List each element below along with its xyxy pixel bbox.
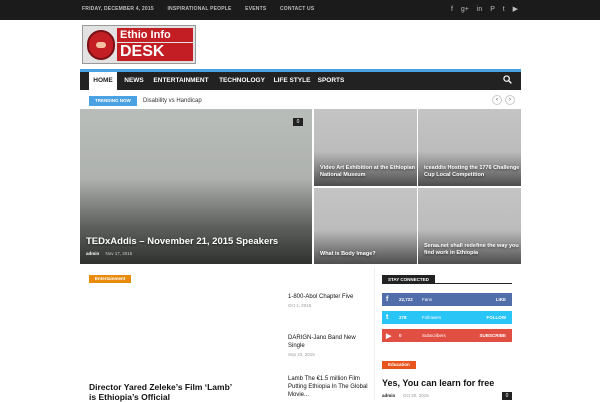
top-links: FRIDAY, DECEMBER 4, 2015 INSPIRATIONAL P… bbox=[82, 6, 326, 12]
featured-tile-title[interactable]: Seraa.net shall redefine the way you fin… bbox=[424, 243, 521, 257]
featured-tile-title[interactable]: What is Body Image? bbox=[320, 251, 376, 258]
logo-emblem-icon bbox=[87, 30, 115, 60]
nav-item-sports[interactable]: SPORTS bbox=[316, 72, 346, 90]
featured-tile-title[interactable]: iceaddis Hosting the 1776 Challenge Cup … bbox=[424, 165, 521, 179]
nav-item-technology[interactable]: TECHNOLOGY bbox=[215, 72, 269, 90]
nav-item-home[interactable]: HOME bbox=[89, 72, 117, 90]
twitter-label: Followers bbox=[422, 315, 442, 320]
youtube-subscribe-button[interactable]: SUBSCRIBE bbox=[479, 333, 506, 338]
education-post-title[interactable]: Yes, You can learn for free bbox=[382, 378, 494, 389]
featured-tile-title[interactable]: Video Art Exhibition at the Ethiopian Na… bbox=[320, 165, 417, 179]
main-navigation: HOME NEWS ENTERTAINMENT TECHNOLOGY LIFE … bbox=[80, 69, 521, 90]
google-plus-icon[interactable]: g+ bbox=[461, 6, 469, 13]
nav-item-news[interactable]: NEWS bbox=[120, 72, 148, 90]
trending-bar: TRENDING NOW Disability vs Handicap ‹ › bbox=[80, 94, 521, 108]
list-item-date: Sep 23, 2015 bbox=[288, 352, 315, 357]
category-badge-entertainment[interactable]: Entertainment bbox=[89, 275, 132, 283]
youtube-icon[interactable]: ▶ bbox=[513, 6, 518, 13]
social-youtube-row[interactable]: ▶ 0 Subscribers SUBSCRIBE bbox=[382, 329, 512, 342]
comment-count-badge: 0 bbox=[293, 118, 303, 126]
twitter-icon[interactable]: t bbox=[503, 6, 505, 13]
youtube-label: Subscribers bbox=[422, 333, 446, 338]
list-item-title[interactable]: DARIGN-Jano Band New Single bbox=[288, 334, 368, 350]
logo-text-line1: Ethio Info bbox=[117, 28, 193, 42]
facebook-icon[interactable]: f bbox=[451, 6, 453, 13]
facebook-label: Fans bbox=[422, 297, 433, 302]
search-icon[interactable] bbox=[503, 75, 513, 85]
featured-tile[interactable]: What is Body Image? bbox=[314, 188, 417, 264]
trending-next-icon[interactable]: › bbox=[505, 95, 515, 105]
top-link-inspirational-people[interactable]: INSPIRATIONAL PEOPLE bbox=[167, 6, 231, 12]
nav-item-entertainment[interactable]: ENTERTAINMENT bbox=[150, 72, 212, 90]
trending-prev-icon[interactable]: ‹ bbox=[492, 95, 502, 105]
featured-main-post[interactable]: 0 TEDxAddis – November 21, 2015 Speakers… bbox=[80, 109, 312, 264]
featured-main-title[interactable]: TEDxAddis – November 21, 2015 Speakers bbox=[86, 236, 278, 247]
twitter-follow-button[interactable]: FOLLOW bbox=[487, 315, 507, 320]
pinterest-icon[interactable]: P bbox=[490, 6, 495, 13]
heading-underline bbox=[382, 283, 512, 284]
twitter-icon: t bbox=[386, 314, 389, 321]
facebook-count: 22,722 bbox=[399, 297, 413, 302]
linkedin-icon[interactable]: in bbox=[477, 6, 482, 13]
social-facebook-row[interactable]: f 22,722 Fans LIKE bbox=[382, 293, 512, 306]
education-post-date: Oct 20, 2015 bbox=[403, 393, 429, 398]
social-twitter-row[interactable]: t 278 Followers FOLLOW bbox=[382, 311, 512, 324]
youtube-count: 0 bbox=[399, 333, 402, 338]
top-bar: FRIDAY, DECEMBER 4, 2015 INSPIRATIONAL P… bbox=[0, 0, 600, 20]
list-item-title[interactable]: 1-800-Abol Chapter Five bbox=[288, 293, 368, 301]
facebook-like-button[interactable]: LIKE bbox=[496, 297, 506, 302]
top-social-icons: f g+ in P t ▶ bbox=[445, 5, 518, 13]
featured-main-author[interactable]: admin bbox=[86, 251, 99, 256]
featured-main-meta: admin Nov 17, 2015 bbox=[86, 251, 132, 256]
column-divider bbox=[374, 268, 375, 400]
top-link-contact-us[interactable]: CONTACT US bbox=[280, 6, 314, 12]
entertainment-main-title[interactable]: Director Yared Zeleke’s Film ‘Lamb’ is E… bbox=[89, 382, 239, 402]
trending-headline[interactable]: Disability vs Handicap bbox=[143, 96, 202, 106]
education-post-author[interactable]: admin bbox=[382, 393, 395, 398]
logo-text-line2: DESK bbox=[117, 43, 193, 61]
comment-count-badge: 0 bbox=[502, 392, 512, 400]
featured-tile[interactable]: iceaddis Hosting the 1776 Challenge Cup … bbox=[418, 109, 521, 186]
top-link-events[interactable]: EVENTS bbox=[245, 6, 266, 12]
current-date: FRIDAY, DECEMBER 4, 2015 bbox=[82, 6, 154, 12]
list-item-title[interactable]: Lamb The €1.5 million Film Putting Ethio… bbox=[288, 375, 368, 399]
youtube-icon: ▶ bbox=[386, 333, 392, 340]
nav-item-life-style[interactable]: LIFE STYLE bbox=[272, 72, 312, 90]
trending-badge: TRENDING NOW bbox=[89, 96, 137, 106]
twitter-count: 278 bbox=[399, 315, 407, 320]
category-badge-education[interactable]: Education bbox=[382, 361, 416, 369]
list-item-date: Oct 1, 2015 bbox=[288, 303, 312, 308]
site-logo[interactable]: Ethio Info DESK bbox=[82, 25, 196, 64]
facebook-icon: f bbox=[386, 296, 389, 303]
featured-tile[interactable]: Video Art Exhibition at the Ethiopian Na… bbox=[314, 109, 417, 186]
featured-tile[interactable]: Seraa.net shall redefine the way you fin… bbox=[418, 188, 521, 264]
featured-main-date: Nov 17, 2015 bbox=[105, 251, 133, 256]
